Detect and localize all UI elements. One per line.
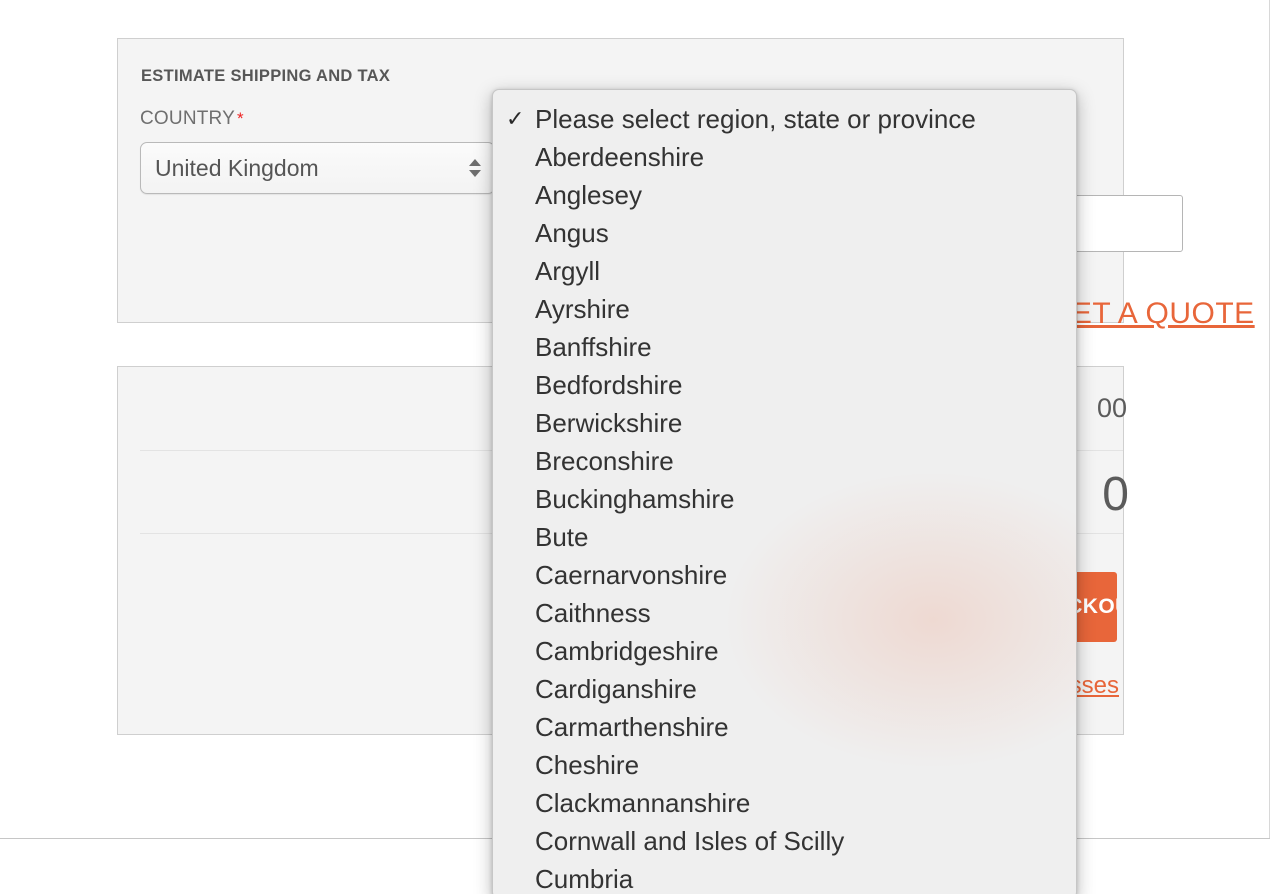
zip-postcode-input[interactable]	[1073, 195, 1183, 252]
get-a-quote-link[interactable]: GET A QUOTE	[1048, 297, 1255, 331]
region-option[interactable]: Cumbria	[493, 860, 1076, 894]
subtotal-amount: 00	[1096, 393, 1127, 423]
region-option[interactable]: Bedfordshire	[493, 366, 1076, 404]
page-root: ESTIMATE SHIPPING AND TAX COUNTRY * Unite…	[0, 0, 1270, 894]
region-option[interactable]: Clackmannanshire	[493, 784, 1076, 822]
region-option-label: Please select region, state or province	[535, 104, 976, 134]
region-option[interactable]: Anglesey	[493, 176, 1076, 214]
region-option-label: Anglesey	[535, 180, 642, 210]
region-option-label: Clackmannanshire	[535, 788, 751, 818]
region-option-label: Cardiganshire	[535, 674, 697, 704]
region-option-label: Bute	[535, 522, 589, 552]
region-option[interactable]: Bute	[493, 518, 1076, 556]
region-option-label: Caernarvonshire	[535, 560, 728, 590]
chevron-up-icon	[469, 159, 481, 166]
region-option-label: Cornwall and Isles of Scilly	[535, 826, 845, 856]
region-option-list: ✓ Please select region, state or province…	[493, 100, 1076, 894]
region-option-label: Berwickshire	[535, 408, 683, 438]
country-label-text: COUNTRY	[140, 108, 235, 129]
region-option-label: Banffshire	[535, 332, 652, 362]
region-option-label: Aberdeenshire	[535, 142, 705, 172]
region-option-label: Cheshire	[535, 750, 640, 780]
region-option-label: Breconshire	[535, 446, 674, 476]
region-option-label: Argyll	[535, 256, 601, 286]
country-select-wrap: United Kingdom	[140, 142, 495, 194]
region-option-label: Cambridgeshire	[535, 636, 719, 666]
region-option[interactable]: Ayrshire	[493, 290, 1076, 328]
chevron-down-icon	[469, 170, 481, 177]
region-option[interactable]: Cardiganshire	[493, 670, 1076, 708]
country-select-value: United Kingdom	[155, 154, 319, 181]
region-option[interactable]: Argyll	[493, 252, 1076, 290]
region-option[interactable]: Berwickshire	[493, 404, 1076, 442]
select-stepper-icon[interactable]	[469, 159, 481, 177]
region-option[interactable]: Cheshire	[493, 746, 1076, 784]
region-option[interactable]: Angus	[493, 214, 1076, 252]
region-option[interactable]: Caernarvonshire	[493, 556, 1076, 594]
checkmark-icon: ✓	[506, 106, 525, 131]
order-total-amount: 0	[1102, 468, 1129, 521]
required-asterisk-icon: *	[237, 108, 244, 128]
region-option-label: Cumbria	[535, 864, 634, 894]
region-option-label: Carmarthenshire	[535, 712, 729, 742]
region-option-label: Bedfordshire	[535, 370, 683, 400]
region-option-label: Buckinghamshire	[535, 484, 735, 514]
region-option[interactable]: Breconshire	[493, 442, 1076, 480]
country-select[interactable]: United Kingdom	[140, 142, 495, 194]
region-option[interactable]: ✓ Please select region, state or province	[493, 100, 1076, 138]
region-dropdown-popup[interactable]: ✓ Please select region, state or province…	[492, 89, 1077, 894]
region-option[interactable]: Cornwall and Isles of Scilly	[493, 822, 1076, 860]
page-title: ESTIMATE SHIPPING AND TAX	[141, 67, 391, 85]
region-option[interactable]: Banffshire	[493, 328, 1076, 366]
region-option[interactable]: Carmarthenshire	[493, 708, 1076, 746]
region-option-label: Angus	[535, 218, 609, 248]
region-option-label: Ayrshire	[535, 294, 630, 324]
region-option[interactable]: Buckinghamshire	[493, 480, 1076, 518]
region-option[interactable]: Aberdeenshire	[493, 138, 1076, 176]
region-option[interactable]: Cambridgeshire	[493, 632, 1076, 670]
region-option[interactable]: Caithness	[493, 594, 1076, 632]
region-option-label: Caithness	[535, 598, 651, 628]
